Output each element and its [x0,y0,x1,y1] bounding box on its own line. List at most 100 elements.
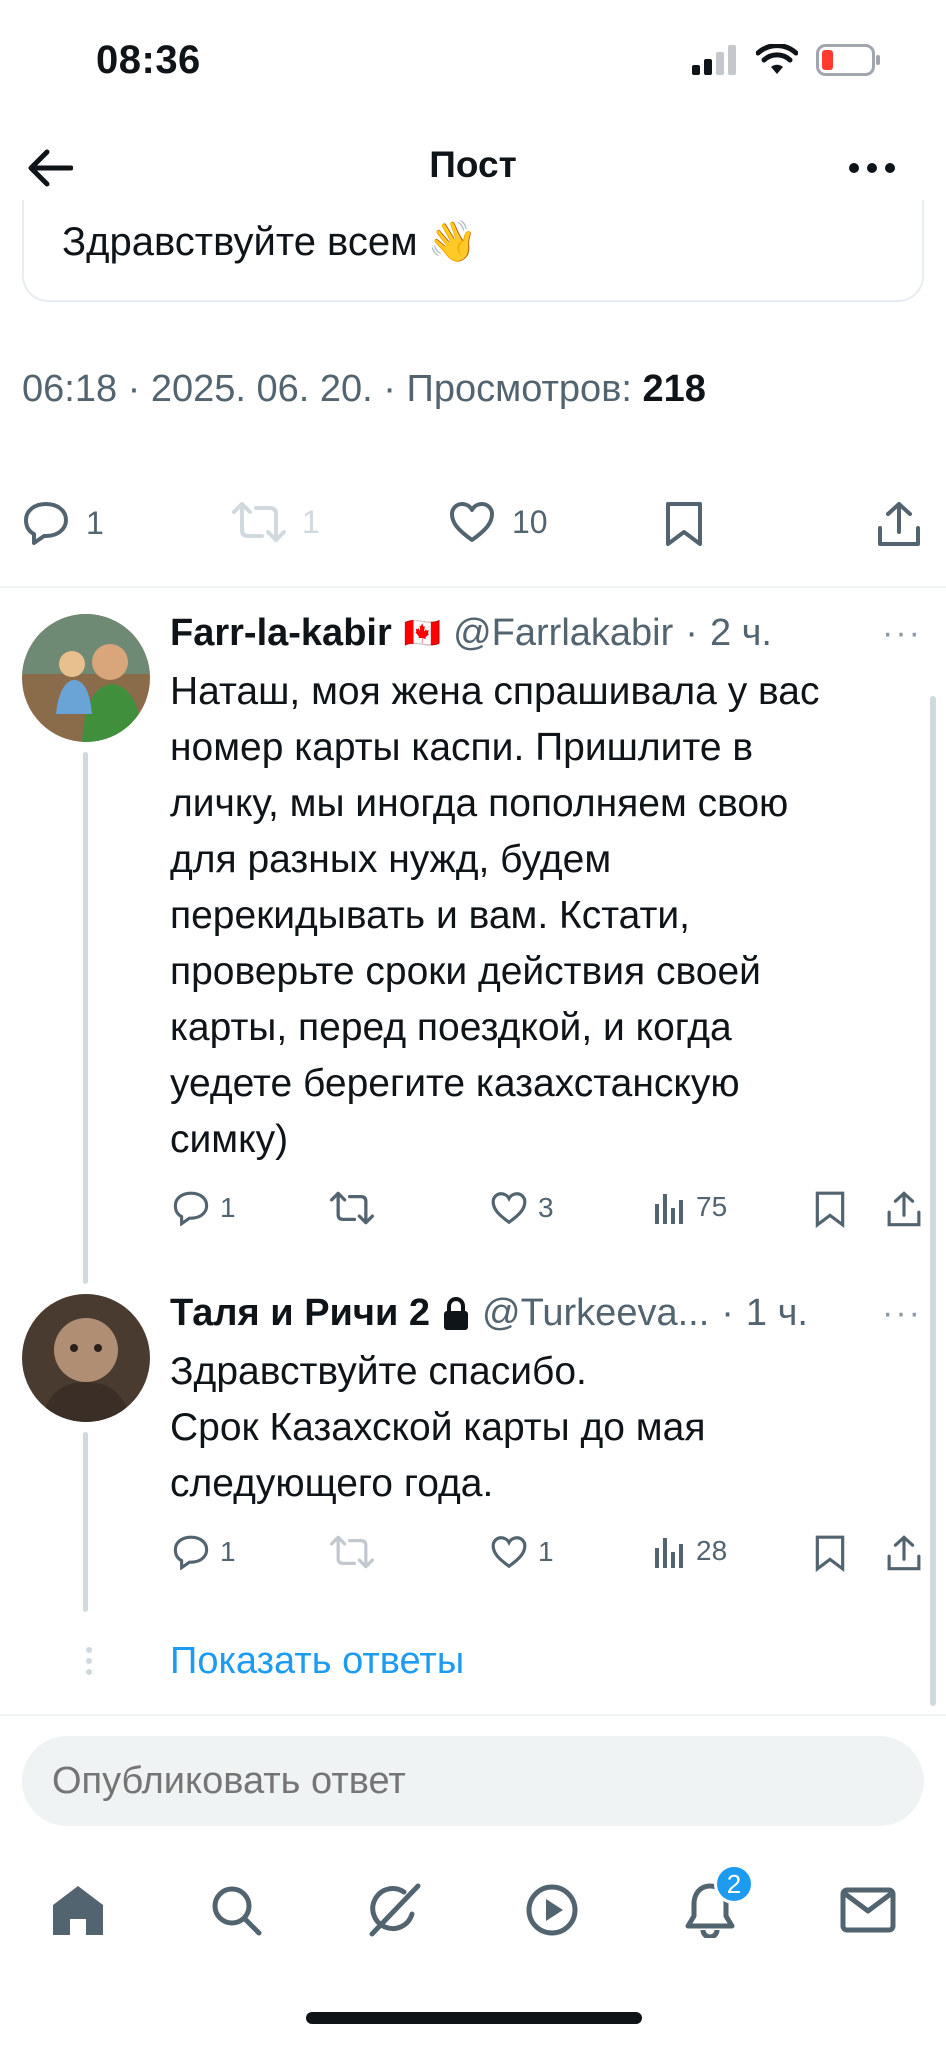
reply-bookmark-button[interactable] [814,1534,846,1572]
reply-line: следующего года. [170,1462,494,1505]
separator-dot: · [721,1292,734,1334]
reply-text: Наташ, моя жена спрашивала у вас номер к… [170,664,910,1168]
reply-line: Здравствуйте спасибо. [170,1350,587,1393]
reply-line: Наташ, моя жена спрашивала у вас [170,670,820,713]
reply-text: Здравствуйте спасибо. Срок Казахской кар… [170,1344,910,1512]
views-count: 218 [642,368,706,410]
thread-line [83,1432,88,1612]
like-count: 3 [538,1192,554,1223]
views-count: 75 [696,1191,728,1222]
bookmark-button[interactable] [664,500,704,548]
share-icon [878,502,920,546]
views-count: 28 [696,1535,728,1566]
more-icon [849,163,895,173]
reply-button[interactable]: 1 [22,500,104,546]
share-icon [887,1191,921,1227]
video-icon [526,1884,578,1936]
reply-line: перекидывать и вам. Кстати, [170,894,690,937]
nav-grok[interactable] [354,1870,434,1950]
reply-share-button[interactable] [886,1190,922,1228]
notifications-badge: 2 [714,1864,754,1904]
reply-line: номер карты каспи. Пришлите в [170,726,754,769]
reply-reply-button[interactable]: 1 [172,1190,236,1226]
reply-compose-input[interactable] [22,1736,924,1826]
like-count: 1 [538,1536,554,1567]
reply-views-button[interactable]: 28 [654,1534,727,1568]
repost-icon [232,502,286,542]
reply-bookmark-button[interactable] [814,1190,846,1228]
reply-views-button[interactable]: 75 [654,1190,727,1224]
search-icon [212,1886,262,1936]
reply-reply-button[interactable]: 1 [172,1534,236,1570]
post-date: 2025. 06. 20. [150,368,373,410]
quoted-post-card[interactable]: Здравствуйте всем 👋 [22,200,924,302]
more-options-button[interactable] [842,140,902,196]
reply-line: симку) [170,1118,289,1161]
avatar[interactable] [22,1294,150,1422]
show-replies-link[interactable]: Показать ответы [170,1640,464,1683]
grok-icon [369,1883,421,1937]
reply-repost-button[interactable] [330,1534,374,1570]
reply-like-button[interactable]: 3 [490,1190,554,1226]
nav-home[interactable] [38,1870,118,1950]
avatar[interactable] [22,614,150,742]
bookmark-icon [815,1535,845,1572]
reply-more-button[interactable]: ··· [882,614,922,653]
page-title: Пост [429,144,517,185]
reply-repost-button[interactable] [330,1190,374,1226]
reply-line: уедете берегите казахстанскую [170,1062,740,1105]
battery-icon [816,44,880,76]
reply-like-button[interactable]: 1 [490,1534,554,1570]
lock-icon [444,1296,469,1330]
reply-icon [173,1535,209,1570]
reply-line: карты, перед поездкой, и когда [170,1006,732,1049]
nav-video[interactable] [512,1870,592,1950]
reply-count: 1 [220,1536,236,1567]
repost-icon [330,1191,374,1225]
wifi-icon [756,44,798,74]
nav-messages[interactable] [828,1870,908,1950]
reply-author-handle[interactable]: @Farrlakabir [453,612,673,655]
reply-header: Farr-la-kabir 🇨🇦 @Farrlakabir · 2 ч. [170,612,772,655]
divider [0,1714,946,1716]
quoted-post-text: Здравствуйте всем 👋 [62,220,478,264]
views-icon [655,1538,683,1568]
share-icon [887,1535,921,1571]
repost-count: 1 [302,503,320,540]
repost-button[interactable]: 1 [232,500,320,544]
reply-more-button[interactable]: ··· [882,1294,922,1333]
status-time: 08:36 [96,38,201,82]
views-label: Просмотров: [406,368,632,410]
reply-share-button[interactable] [886,1534,922,1572]
reply-line: Срок Казахской карты до мая [170,1406,706,1449]
mail-icon [840,1887,896,1933]
like-icon [450,502,494,542]
nav-notifications[interactable]: 2 [670,1864,754,1950]
home-icon [53,1886,103,1935]
bookmark-icon [815,1191,845,1228]
reply-author-name[interactable]: Farr-la-kabir [170,612,392,655]
nav-search[interactable] [196,1870,276,1950]
reply-count: 1 [86,504,104,541]
scrollbar[interactable] [930,696,936,1706]
like-icon [491,1192,527,1225]
share-button[interactable] [876,500,922,548]
avatar-photo-icon [22,614,150,742]
reply-line: проверьте сроки действия своей [170,950,761,993]
home-indicator [306,2012,642,2024]
reply-time: 1 ч. [745,1292,808,1334]
reply-icon [24,502,68,545]
like-icon [491,1536,527,1569]
wave-emoji: 👋 [427,220,478,264]
like-count: 10 [512,503,548,540]
status-icons [692,44,882,76]
divider [0,586,946,588]
reply-author-name[interactable]: Таля и Ричи 2 [170,1292,430,1335]
canada-flag-emoji: 🇨🇦 [403,617,442,650]
post-action-bar: 1 1 10 [0,500,946,570]
vertical-dots-icon [86,1647,92,1675]
reply-header: Таля и Ричи 2 @Turkeeva... · 1 ч. [170,1292,808,1335]
reply-author-handle[interactable]: @Turkeeva... [482,1292,709,1335]
avatar-photo-icon [22,1294,150,1422]
like-button[interactable]: 10 [448,500,548,544]
